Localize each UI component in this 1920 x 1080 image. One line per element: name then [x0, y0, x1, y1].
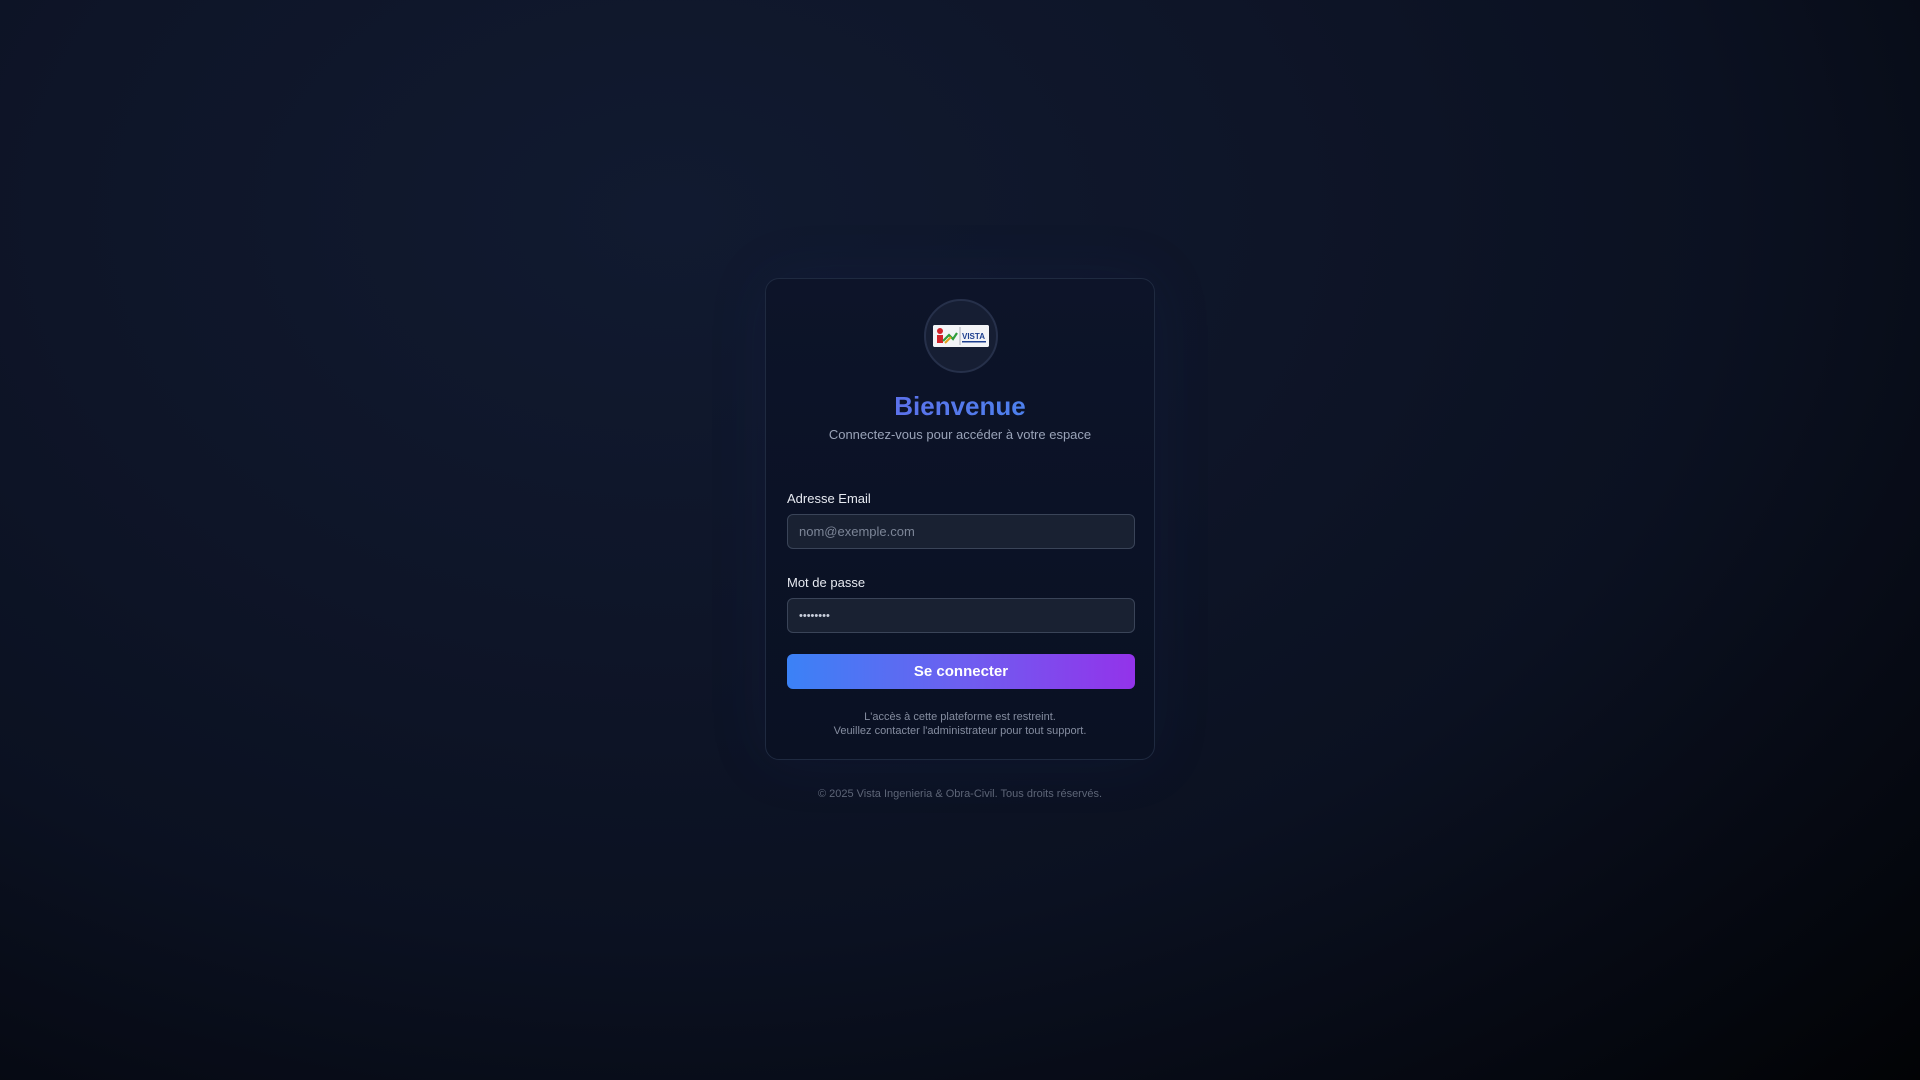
login-button[interactable]: Se connecter: [787, 654, 1135, 689]
email-label: Adresse Email: [787, 491, 871, 506]
page-title: Bienvenue: [766, 391, 1154, 422]
support-contact-note: Veuillez contacter l'administrateur pour…: [833, 725, 1087, 737]
copyright-footer: © 2025 Vista Ingenieria & Obra-Civil. To…: [817, 788, 1103, 800]
password-field[interactable]: [787, 598, 1135, 633]
svg-text:VISTA: VISTA: [962, 332, 985, 341]
login-card: VISTA Bienvenue Connectez-vous pour accé…: [765, 278, 1155, 760]
page-subtitle: Connectez-vous pour accéder à votre espa…: [828, 427, 1092, 442]
email-field[interactable]: [787, 514, 1135, 549]
vista-logo-icon: VISTA: [933, 325, 989, 347]
password-label: Mot de passe: [787, 575, 866, 590]
logo-badge: VISTA: [924, 299, 998, 373]
restricted-access-note: L'accès à cette plateforme est restreint…: [864, 711, 1056, 723]
